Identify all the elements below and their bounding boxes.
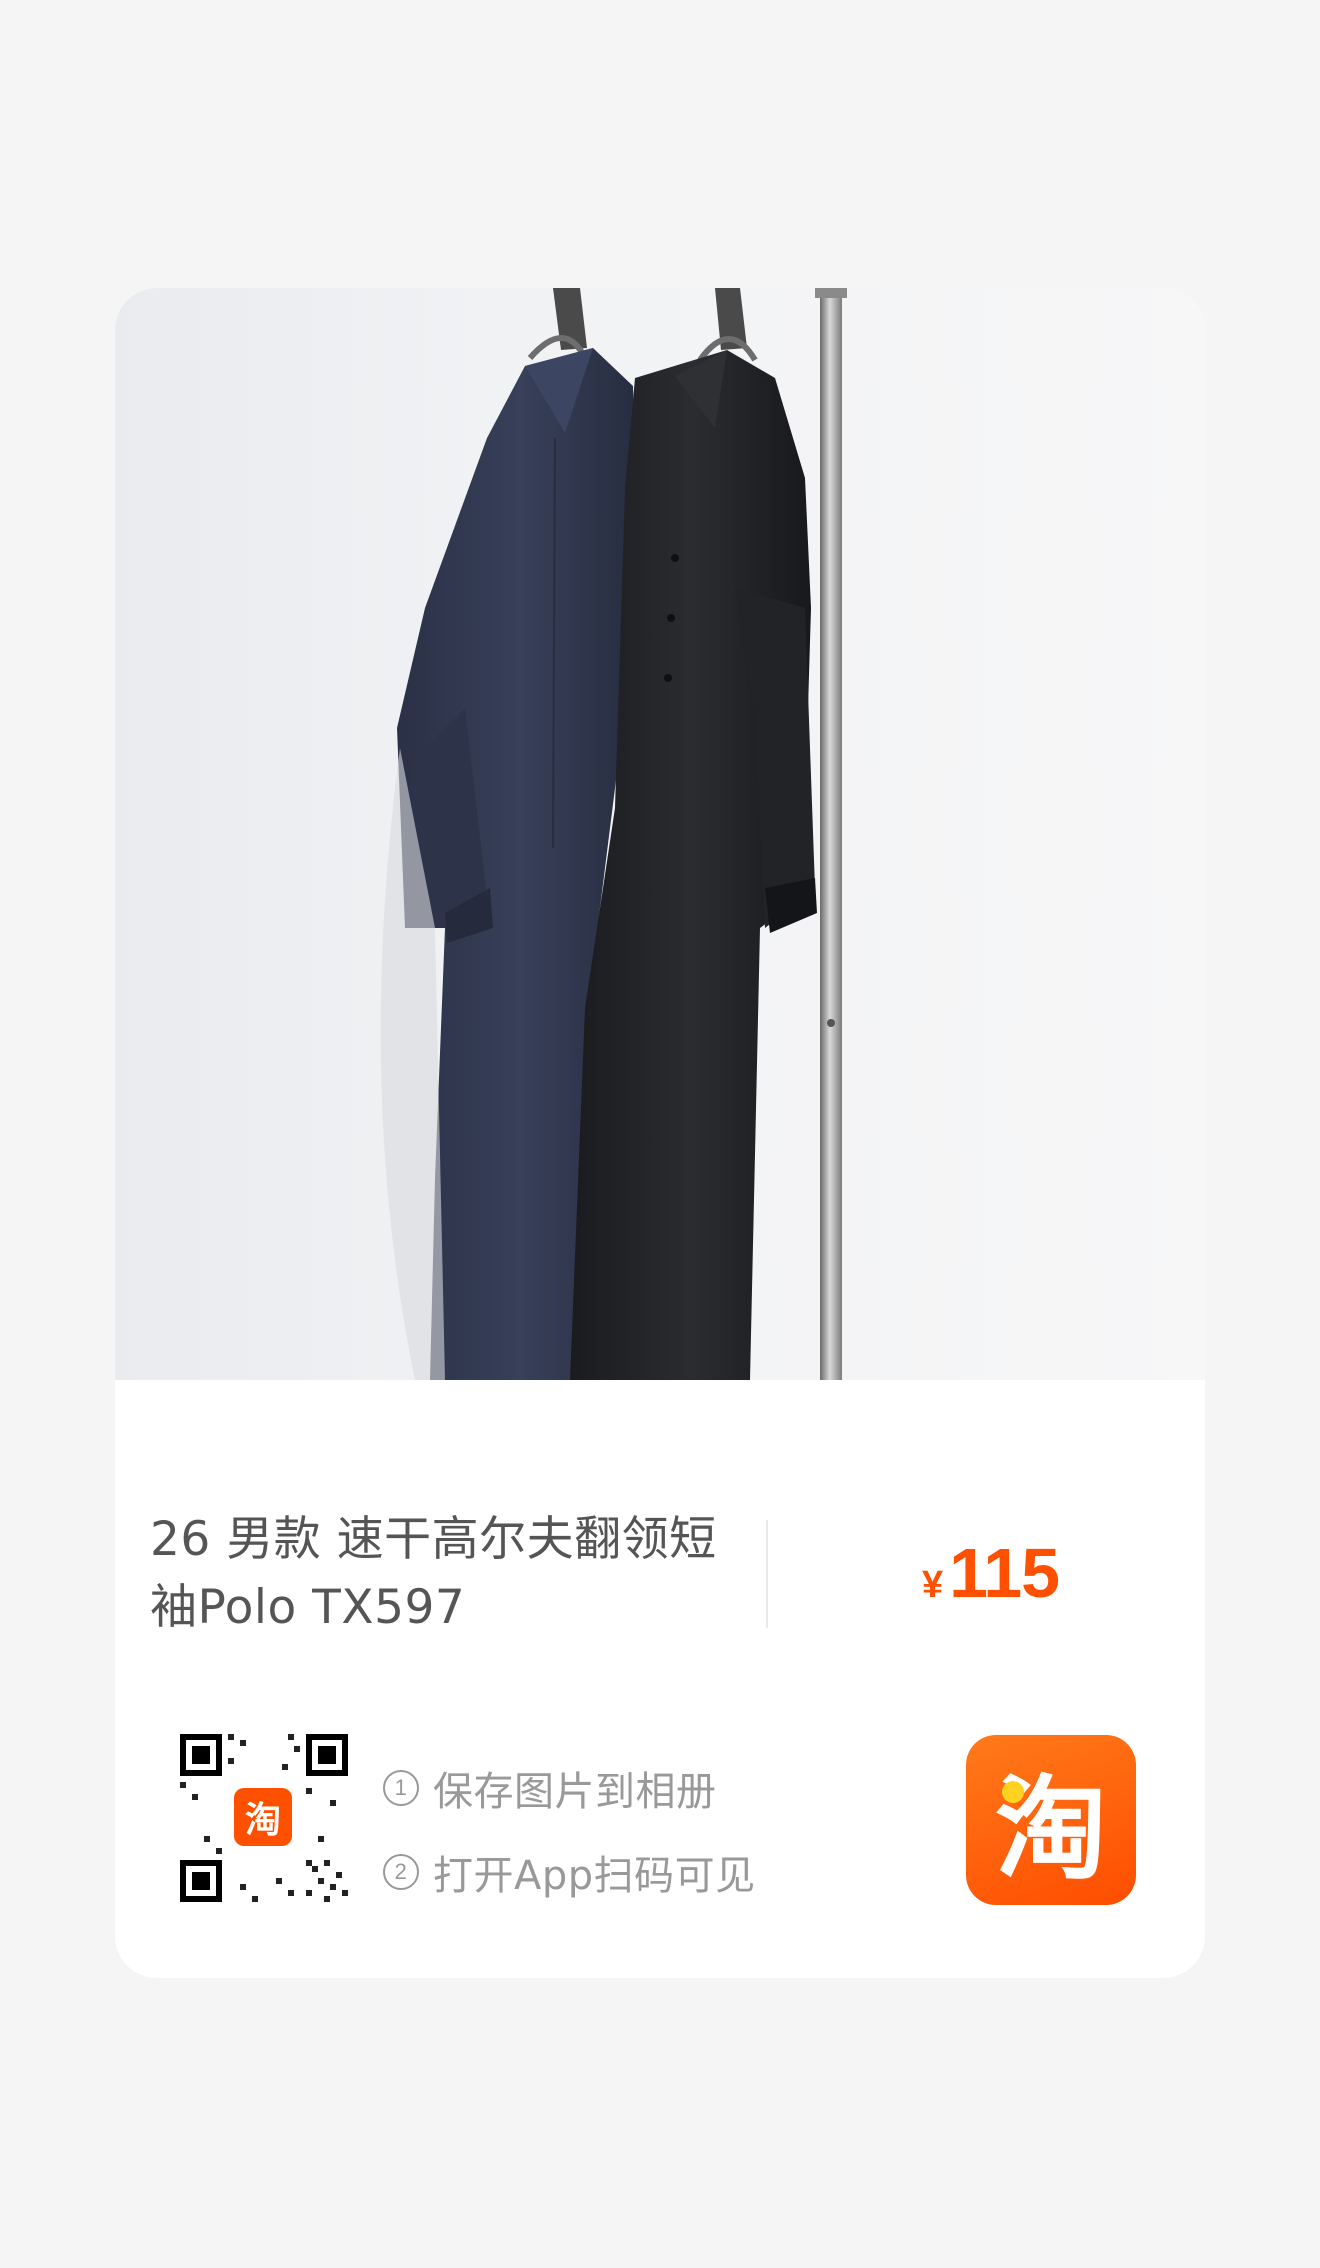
divider <box>766 1520 768 1628</box>
taobao-app-icon: 淘 <box>966 1735 1136 1905</box>
step-text-2: 打开App扫码可见 <box>433 1853 756 1899</box>
product-image <box>115 288 1205 1380</box>
step-text-1: 保存图片到相册 <box>433 1769 717 1815</box>
step-open-app: 2 打开App扫码可见 <box>383 1830 756 1914</box>
scan-instructions: 1 保存图片到相册 2 打开App扫码可见 <box>383 1746 756 1914</box>
step-number-2: 2 <box>383 1854 419 1890</box>
app-icon-dot <box>1002 1781 1024 1803</box>
app-icon-glyph: 淘 <box>995 1765 1107 1895</box>
step-number-1: 1 <box>383 1770 419 1806</box>
price-currency: ¥ <box>922 1564 944 1606</box>
qr-code: 淘 <box>180 1734 348 1902</box>
product-price: ¥ 115 <box>922 1533 1060 1613</box>
product-title: 26 男款 速干高尔夫翻领短 袖Polo TX597 <box>150 1512 717 1635</box>
qr-logo-icon: 淘 <box>234 1788 292 1846</box>
share-card: 26 男款 速干高尔夫翻领短 袖Polo TX597 ¥ 115 淘 1 保存图… <box>115 288 1205 1978</box>
price-amount: 115 <box>949 1534 1060 1612</box>
step-save-image: 1 保存图片到相册 <box>383 1746 756 1830</box>
